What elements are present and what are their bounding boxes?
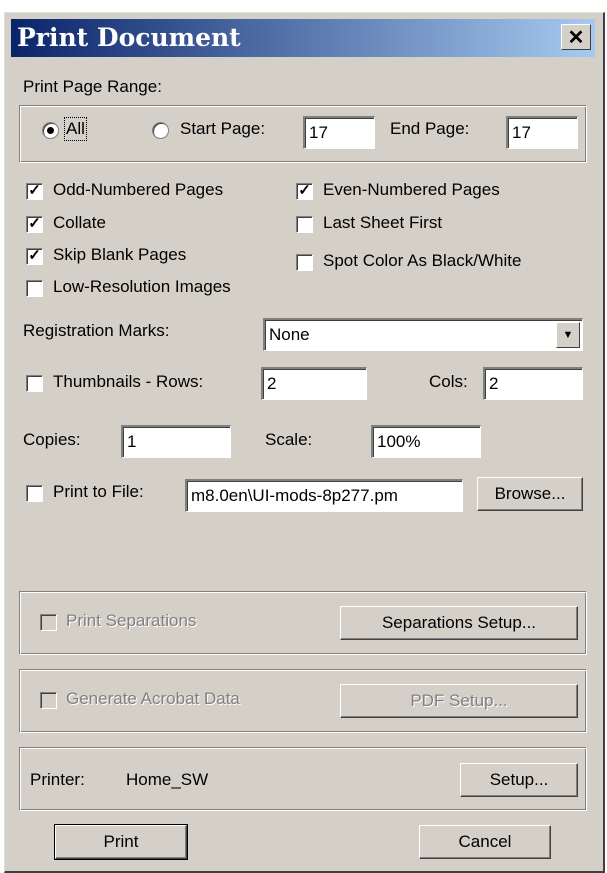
- print-button[interactable]: Print: [54, 824, 188, 860]
- printer-name: Home_SW: [126, 770, 209, 789]
- printer-label: Printer:: [30, 770, 85, 789]
- separations-setup-button[interactable]: Separations Setup...: [340, 606, 578, 640]
- print-to-file-label: Print to File:: [53, 482, 144, 501]
- page-range-group: All Start Page: 17 End Page: 17: [19, 105, 587, 163]
- cancel-button[interactable]: Cancel: [419, 825, 551, 859]
- thumbnails-cols-label: Cols:: [429, 372, 468, 391]
- close-button[interactable]: ✕: [561, 24, 591, 50]
- thumbnails-checkbox[interactable]: [26, 375, 43, 392]
- copies-label: Copies:: [23, 430, 81, 449]
- odd-pages-label: Odd-Numbered Pages: [53, 180, 224, 199]
- separations-group: Print Separations Separations Setup...: [19, 591, 587, 655]
- print-separations-checkbox[interactable]: [40, 614, 57, 631]
- even-pages-checkbox[interactable]: ✓: [296, 183, 313, 200]
- even-pages-label: Even-Numbered Pages: [323, 180, 500, 199]
- printer-setup-button[interactable]: Setup...: [460, 763, 578, 797]
- thumbnails-rows-input[interactable]: 2: [261, 367, 367, 400]
- title-bar[interactable]: Print Document ✕: [11, 19, 595, 57]
- print-separations-label: Print Separations: [66, 611, 197, 630]
- skip-blank-pages-checkbox[interactable]: ✓: [26, 248, 43, 265]
- generate-acrobat-checkbox[interactable]: [40, 692, 57, 709]
- low-resolution-checkbox[interactable]: [26, 280, 43, 297]
- registration-marks-label: Registration Marks:: [23, 321, 170, 340]
- radio-dot-icon: [47, 127, 54, 134]
- start-page-label: Start Page:: [180, 119, 266, 138]
- last-sheet-first-label: Last Sheet First: [323, 213, 443, 232]
- all-pages-radio[interactable]: [42, 122, 59, 139]
- print-dialog: Print Document ✕ Print Page Range: All S…: [4, 12, 605, 873]
- start-page-radio[interactable]: [152, 122, 169, 139]
- scale-input[interactable]: 100%: [371, 425, 481, 458]
- print-to-file-checkbox[interactable]: [26, 485, 43, 502]
- chevron-down-icon[interactable]: ▼: [556, 322, 580, 348]
- thumbnails-rows-label: Thumbnails - Rows:: [53, 372, 204, 391]
- collate-checkbox[interactable]: ✓: [26, 216, 43, 233]
- window-title: Print Document: [17, 23, 241, 52]
- skip-blank-pages-label: Skip Blank Pages: [53, 245, 187, 264]
- end-page-input[interactable]: 17: [506, 116, 578, 149]
- copies-input[interactable]: 1: [121, 425, 231, 458]
- acrobat-group: Generate Acrobat Data PDF Setup...: [19, 669, 587, 733]
- thumbnails-cols-input[interactable]: 2: [483, 367, 583, 400]
- print-to-file-input[interactable]: m8.0en\UI-mods-8p277.pm: [185, 479, 463, 512]
- start-page-input[interactable]: 17: [303, 116, 375, 149]
- end-page-label: End Page:: [390, 119, 470, 138]
- generate-acrobat-label: Generate Acrobat Data: [66, 689, 240, 708]
- scale-label: Scale:: [265, 430, 313, 449]
- spot-color-label: Spot Color As Black/White: [323, 251, 522, 270]
- last-sheet-first-checkbox[interactable]: [296, 216, 313, 233]
- pdf-setup-button[interactable]: PDF Setup...: [340, 684, 578, 718]
- odd-pages-checkbox[interactable]: ✓: [26, 183, 43, 200]
- collate-label: Collate: [53, 213, 106, 232]
- close-icon: ✕: [567, 27, 585, 49]
- registration-marks-dropdown[interactable]: None ▼: [263, 318, 583, 351]
- registration-marks-value: None: [269, 325, 310, 344]
- low-resolution-label: Low-Resolution Images: [53, 277, 231, 296]
- printer-group: Printer: Home_SW Setup...: [19, 747, 587, 811]
- browse-button[interactable]: Browse...: [477, 477, 583, 511]
- all-pages-label[interactable]: All: [64, 117, 87, 141]
- page-range-label: Print Page Range:: [23, 77, 162, 96]
- spot-color-checkbox[interactable]: [296, 254, 313, 271]
